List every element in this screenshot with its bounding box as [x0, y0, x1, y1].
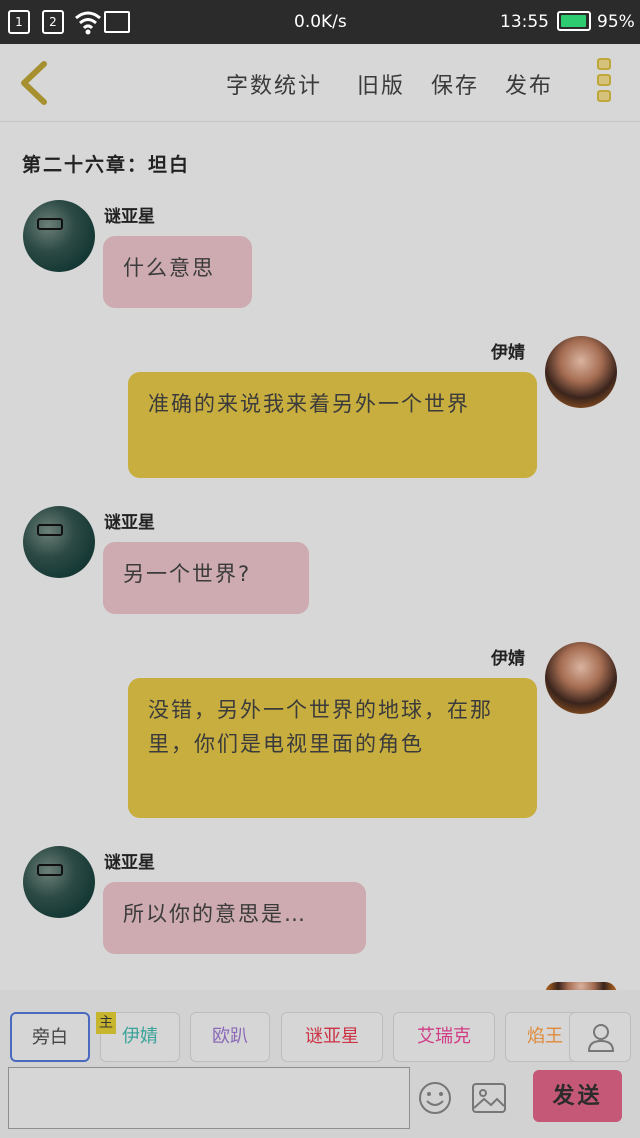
main-role-badge: 主: [96, 1012, 116, 1034]
message-bubble[interactable]: 什么意思: [103, 236, 252, 308]
message-bubble[interactable]: 没错，另外一个世界的地球，在那里，你们是电视里面的角色: [128, 678, 537, 818]
avatar-yijing[interactable]: [545, 642, 617, 714]
send-button[interactable]: 发送: [533, 1070, 622, 1122]
role-label: 伊婧: [122, 1026, 158, 1047]
sim1-icon: 1: [8, 10, 30, 34]
sender-name: 谜亚星: [104, 513, 155, 533]
battery-icon: [557, 11, 591, 31]
add-role-button[interactable]: [569, 1012, 631, 1062]
role-narrator[interactable]: 旁白: [10, 1012, 90, 1062]
status-bar: 1 2 0.0K/s 13:55 95%: [0, 0, 640, 44]
net-speed: 0.0K/s: [294, 12, 347, 32]
message-bubble[interactable]: 另一个世界?: [103, 542, 309, 614]
publish-button[interactable]: 发布: [505, 68, 553, 100]
sender-name: 伊婧: [491, 649, 525, 669]
role-miyaxing[interactable]: 谜亚星: [281, 1012, 383, 1062]
avatar-miyaxing[interactable]: [23, 200, 95, 272]
message-bubble[interactable]: 所以你的意思是…: [103, 882, 366, 954]
avatar-yijing[interactable]: [545, 336, 617, 408]
message-input[interactable]: [8, 1067, 410, 1129]
smiley-icon[interactable]: [417, 1080, 453, 1116]
sim2-icon: 2: [42, 10, 64, 34]
role-label: 谜亚星: [305, 1026, 359, 1047]
more-vertical-icon[interactable]: [594, 58, 614, 110]
sender-name: 谜亚星: [104, 853, 155, 873]
avatar-miyaxing[interactable]: [23, 506, 95, 578]
message-bubble[interactable]: 准确的来说我来着另外一个世界: [128, 372, 537, 478]
role-label: 欧趴: [212, 1026, 248, 1047]
sender-name: 伊婧: [491, 343, 525, 363]
role-oupa[interactable]: 欧趴: [190, 1012, 270, 1062]
chevron-left-icon[interactable]: [14, 58, 54, 108]
word-count-button[interactable]: 字数统计: [226, 68, 322, 100]
top-toolbar: 字数统计 旧版 保存 发布: [0, 44, 640, 122]
person-icon: [587, 1024, 615, 1052]
sender-name: 谜亚星: [104, 207, 155, 227]
old-version-button[interactable]: 旧版: [357, 68, 405, 100]
role-label: 焰王: [527, 1026, 563, 1047]
battery-percent: 95%: [597, 12, 635, 32]
save-button[interactable]: 保存: [431, 68, 479, 100]
clock: 13:55: [500, 12, 549, 32]
role-label: 艾瑞克: [417, 1026, 471, 1047]
image-icon[interactable]: [471, 1082, 507, 1114]
role-label: 旁白: [32, 1027, 68, 1048]
role-eric[interactable]: 艾瑞克: [393, 1012, 495, 1062]
wifi-icon: [75, 11, 101, 35]
compose-panel: 旁白 伊婧 主 欧趴 谜亚星 艾瑞克 焰王 发送: [0, 990, 640, 1138]
avatar-miyaxing[interactable]: [23, 846, 95, 918]
image-notification-icon: [104, 11, 130, 33]
chapter-title: 第二十六章：坦白: [22, 154, 191, 176]
